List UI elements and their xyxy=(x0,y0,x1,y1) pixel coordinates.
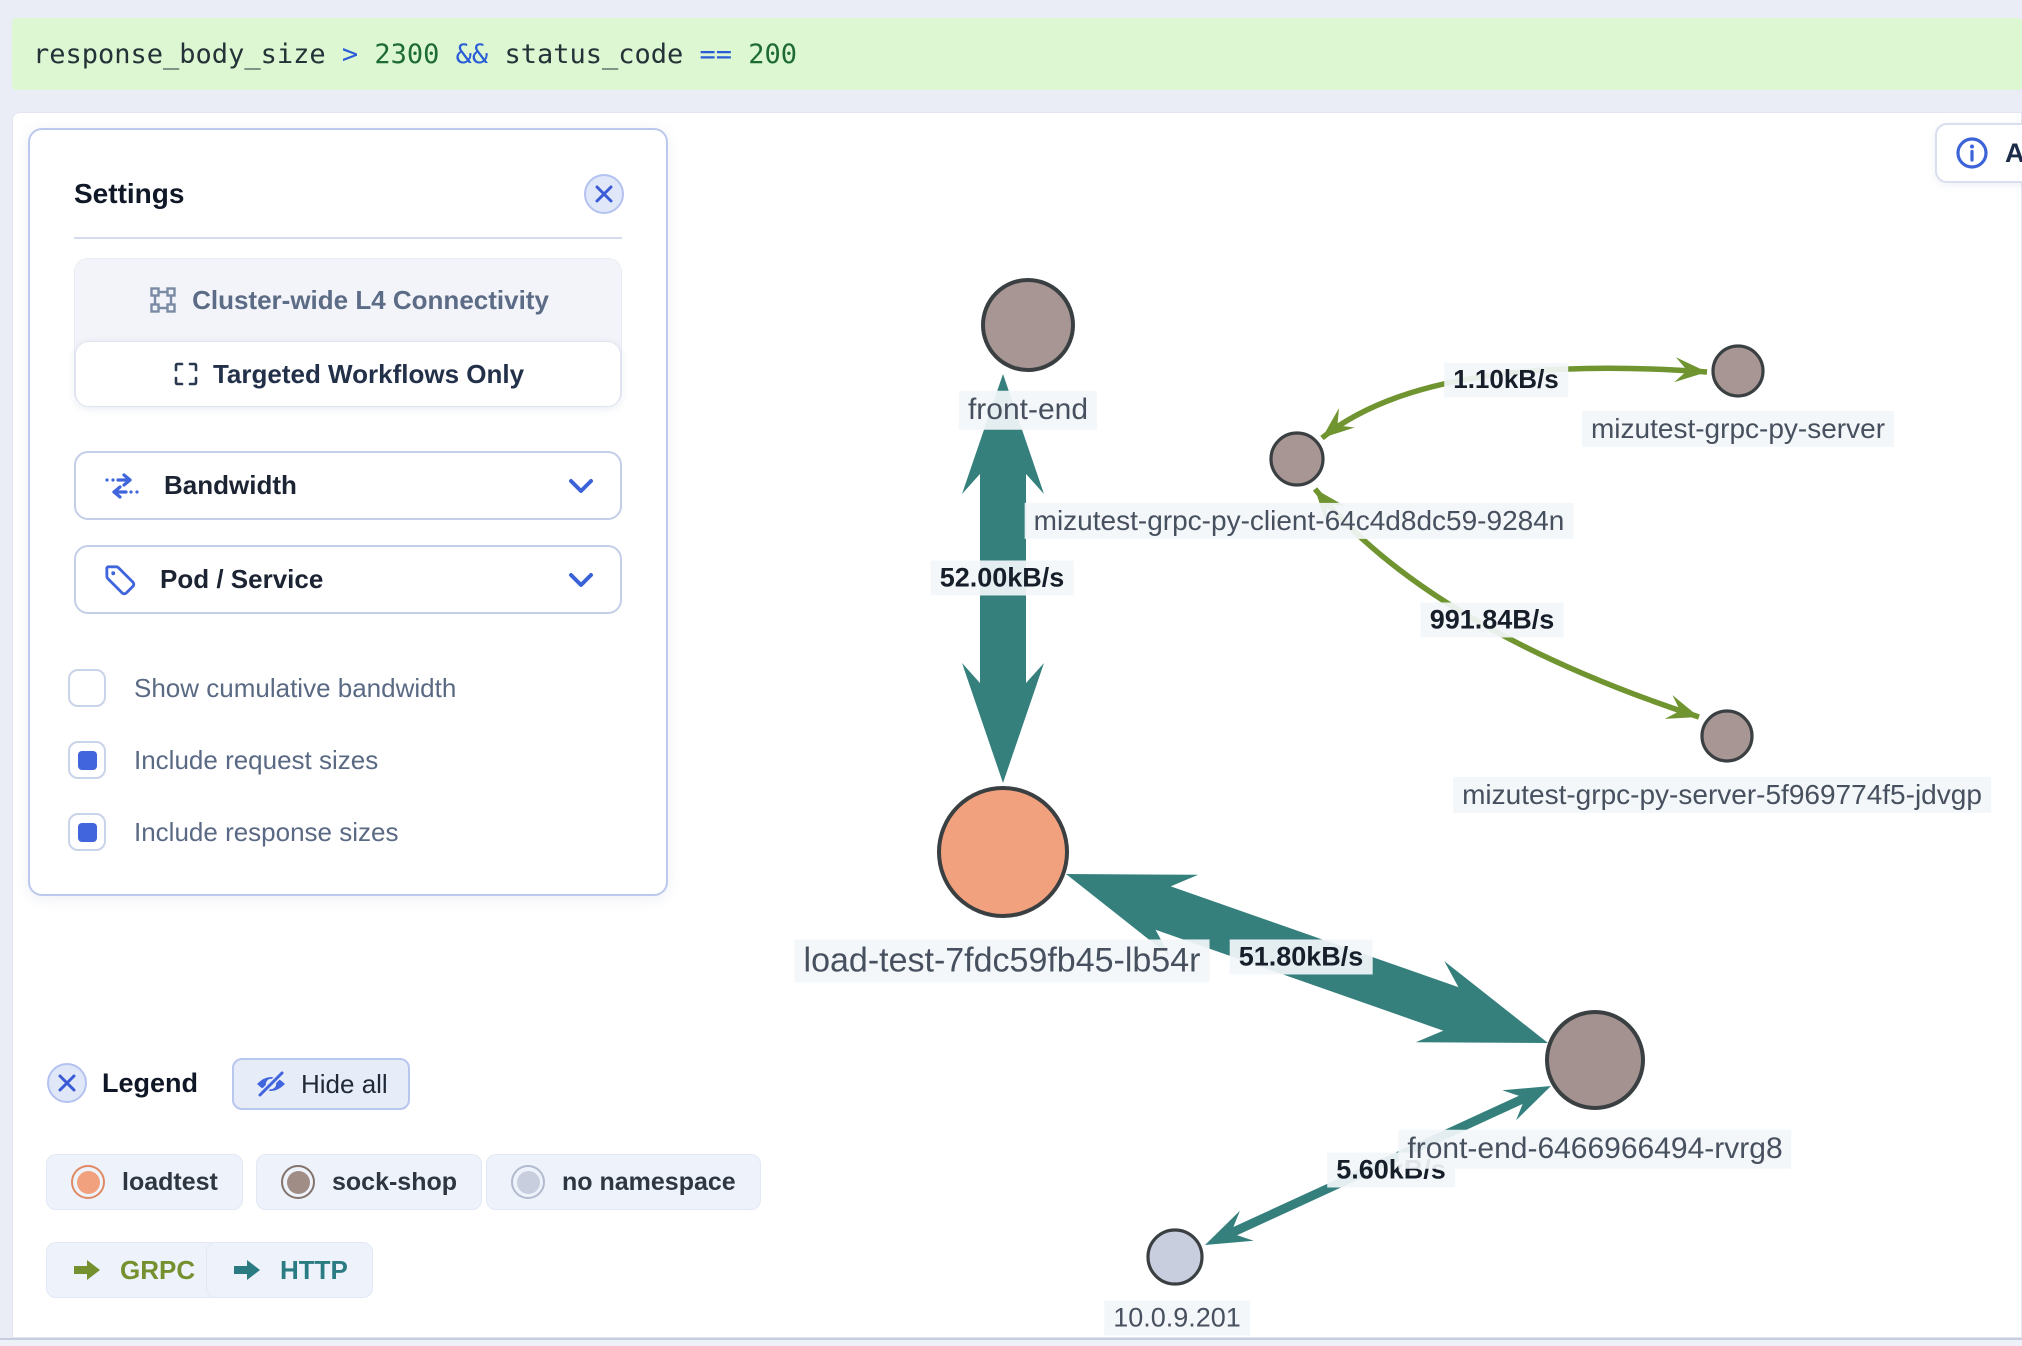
settings-divider xyxy=(74,237,622,239)
toggle-option-cluster-wide[interactable]: Cluster-wide L4 Connectivity xyxy=(75,259,621,341)
legend-chip-sock-shop[interactable]: sock-shop xyxy=(256,1154,482,1210)
graph-node-grpc-server-pod[interactable] xyxy=(1702,711,1752,761)
hide-all-label: Hide all xyxy=(301,1069,388,1100)
graph-node-load-test[interactable] xyxy=(939,788,1067,916)
graph-node-ip-10-0-9-201[interactable] xyxy=(1148,1230,1202,1284)
checkbox-label: Show cumulative bandwidth xyxy=(134,673,456,704)
agent-info-label: Ag xyxy=(2005,138,2022,169)
info-icon xyxy=(1955,136,1989,170)
legend-chip-label: loadtest xyxy=(122,1168,218,1197)
graph-node-grpc-client[interactable] xyxy=(1271,433,1323,485)
toggle-option-targeted-workflows[interactable]: Targeted Workflows Only xyxy=(75,341,621,407)
graph-node-front-end-pod[interactable] xyxy=(1547,1012,1643,1108)
include-request-sizes-row: Include request sizes xyxy=(68,738,378,782)
settings-panel-title: Settings xyxy=(74,178,184,210)
graph-node-grpc-server[interactable] xyxy=(1713,346,1763,396)
legend-chip-label: HTTP xyxy=(280,1255,348,1286)
legend-chip-http[interactable]: HTTP xyxy=(206,1242,373,1298)
include-request-sizes-checkbox[interactable] xyxy=(68,741,106,779)
graph-edge-frontend-loadtest[interactable] xyxy=(962,374,1044,783)
legend-chip-label: no namespace xyxy=(562,1168,736,1197)
namespace-color-swatch xyxy=(511,1165,545,1199)
agent-info-button[interactable]: Ag xyxy=(1935,123,2022,183)
close-icon xyxy=(593,183,615,205)
arrow-right-icon xyxy=(71,1256,103,1284)
app-root: response_body_size > 2300 && status_code… xyxy=(0,0,2022,1346)
settings-panel: Settings Cluster-wide L4 Connectivit xyxy=(28,128,668,896)
chevron-down-icon xyxy=(568,571,594,589)
toggle-option-label: Targeted Workflows Only xyxy=(213,359,524,390)
hide-all-button[interactable]: Hide all xyxy=(232,1058,410,1110)
crop-icon xyxy=(172,360,200,388)
toggle-option-label: Cluster-wide L4 Connectivity xyxy=(192,285,549,316)
include-response-sizes-checkbox[interactable] xyxy=(68,813,106,851)
legend-chip-grpc[interactable]: GRPC xyxy=(46,1242,220,1298)
legend-title: Legend xyxy=(102,1068,198,1099)
graph-edge-client-server[interactable] xyxy=(1322,357,1707,438)
legend-chip-loadtest[interactable]: loadtest xyxy=(46,1154,243,1210)
node-grouping-select[interactable]: Pod / Service xyxy=(74,545,622,614)
bandwidth-arrows-icon xyxy=(102,469,142,503)
legend-chip-no-namespace[interactable]: no namespace xyxy=(486,1154,761,1210)
eye-off-icon xyxy=(254,1069,288,1099)
namespace-color-swatch xyxy=(71,1165,105,1199)
bandwidth-select[interactable]: Bandwidth xyxy=(74,451,622,520)
node-grouping-select-label: Pod / Service xyxy=(160,564,546,595)
graph-node-front-end[interactable] xyxy=(983,280,1073,370)
legend-close-button[interactable] xyxy=(47,1063,87,1103)
close-icon xyxy=(56,1072,78,1094)
include-response-sizes-row: Include response sizes xyxy=(68,810,398,854)
namespace-color-swatch xyxy=(281,1165,315,1199)
legend-chip-label: sock-shop xyxy=(332,1168,457,1197)
settings-close-button[interactable] xyxy=(584,174,624,214)
bandwidth-select-label: Bandwidth xyxy=(164,470,546,501)
checkbox-label: Include response sizes xyxy=(134,817,398,848)
tag-icon xyxy=(102,562,138,598)
graph-edge-loadtest-frontendpod[interactable] xyxy=(1066,874,1548,1043)
chevron-down-icon xyxy=(568,477,594,495)
graph-edge-frontendpod-ip[interactable] xyxy=(1205,1086,1551,1245)
checkbox-label: Include request sizes xyxy=(134,745,378,776)
legend-chip-label: GRPC xyxy=(120,1255,195,1286)
view-mode-toggle: Cluster-wide L4 Connectivity Targeted Wo… xyxy=(74,258,622,406)
cluster-icon xyxy=(147,284,179,316)
graph-edge-client-serverpod[interactable] xyxy=(1315,489,1699,719)
show-cumulative-bandwidth-row: Show cumulative bandwidth xyxy=(68,666,456,710)
arrow-right-icon xyxy=(231,1256,263,1284)
show-cumulative-bandwidth-checkbox[interactable] xyxy=(68,669,106,707)
